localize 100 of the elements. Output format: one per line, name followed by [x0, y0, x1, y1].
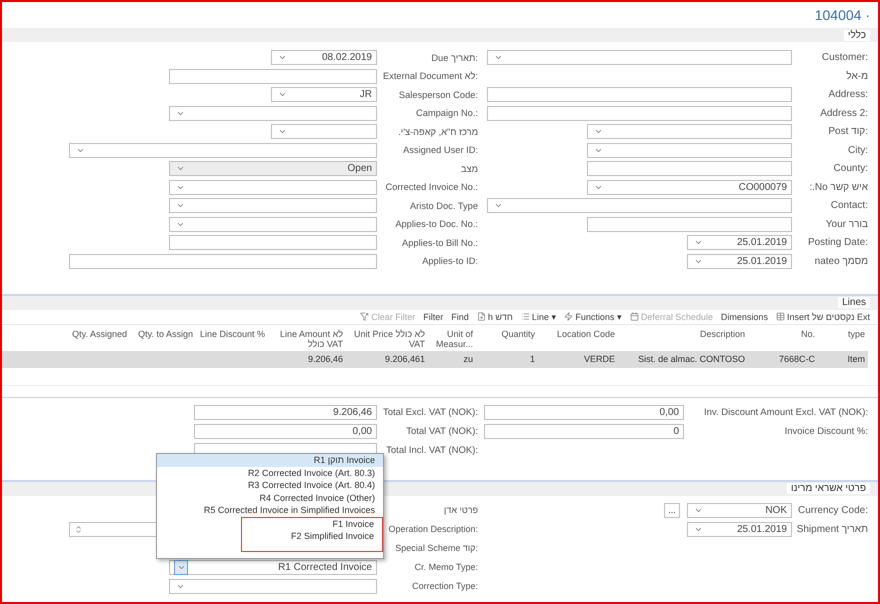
dropdown-field[interactable] — [169, 180, 377, 194]
text-field[interactable]: 9.206,46 — [194, 404, 377, 420]
chevron-icon — [694, 238, 702, 247]
table-cell: 7668C-C — [748, 350, 818, 368]
text-field[interactable]: 0 — [484, 424, 684, 438]
field-label: מ-אל — [845, 70, 868, 82]
dropdown-field[interactable] — [169, 106, 377, 120]
section-heading: כללי — [844, 30, 870, 40]
table-cell: 9.206,46 — [268, 350, 346, 368]
field-label: Posting Date: — [806, 237, 868, 248]
field-label: Applies-to Doc. No.: — [394, 219, 478, 229]
field-label: מסמך nateo — [814, 256, 868, 266]
text-field[interactable]: 0,00 — [484, 404, 684, 420]
dropdown-option[interactable]: R5 Corrected Invoice in Simplified Invoices — [157, 504, 383, 516]
dropdown-field[interactable]: 25.01.2019 — [687, 522, 792, 536]
field-label: Total Incl. VAT (NOK): — [385, 444, 478, 456]
lightning-icon — [564, 312, 574, 321]
column-header: Qty. Assigned — [71, 328, 128, 341]
field-label: Applies-to Bill No.: — [401, 238, 478, 248]
table-cell: 9.206,461 — [346, 350, 428, 368]
field-label: Currency Code: — [796, 504, 868, 516]
column-header: Line Amount לא כולל VAT — [279, 328, 344, 350]
dropdown-field[interactable] — [169, 578, 377, 594]
text-field[interactable] — [69, 254, 377, 268]
dropdown-field[interactable] — [69, 142, 377, 158]
text-field[interactable] — [169, 68, 377, 84]
field-label: Post קוד: — [827, 126, 868, 137]
dropdown-option[interactable]: F1 Invoice — [242, 518, 382, 530]
text-field[interactable] — [587, 161, 792, 176]
section-heading: פרטי אשראי מרינו — [786, 483, 870, 494]
text-field[interactable] — [169, 235, 377, 250]
toolbar-button[interactable]: Find — [451, 312, 469, 322]
chevron-icon — [278, 53, 286, 62]
field-label: איש קשר No.: — [808, 182, 868, 192]
dropdown-option[interactable]: R2 Corrected Invoice (Art. 80.3) — [157, 466, 383, 479]
field-label: Cr. Memo Type: — [414, 562, 478, 572]
field-label: Total VAT (NOK): — [405, 426, 478, 436]
toolbar-button[interactable]: h חדש — [476, 312, 513, 322]
dropdown-option[interactable]: R4 Corrected Invoice (Other) — [157, 492, 383, 504]
dropdown-field[interactable] — [169, 198, 377, 213]
toolbar-button[interactable]: Line ▾ — [520, 312, 556, 322]
dropdown-field[interactable]: 08.02.2019 — [271, 50, 377, 65]
field-label: Aristo Doc. Type — [408, 200, 478, 210]
field-label: Special Scheme קוד: — [394, 543, 478, 553]
chevron-icon — [176, 164, 184, 173]
table-icon — [776, 312, 785, 321]
toolbar-button[interactable]: Functions ▾ — [564, 312, 622, 322]
toolbar-button[interactable]: Filter — [423, 312, 444, 322]
dropdown-field[interactable] — [587, 142, 792, 158]
column-header: Unit Price לא כולל VAT — [353, 328, 426, 350]
column-header: Description — [698, 328, 746, 341]
field-label: Address: — [828, 89, 868, 100]
field-label: Address 2: — [819, 108, 868, 118]
text-field[interactable]: 0,00 — [194, 424, 377, 438]
dropdown-field[interactable]: R1 Corrected Invoice — [169, 560, 377, 574]
column-header: Quantity — [500, 328, 536, 341]
dropdown-field[interactable] — [587, 124, 792, 139]
field-label: מצב — [460, 164, 478, 174]
dropdown-field[interactable] — [487, 50, 792, 65]
column-header: Unit of Measur... — [434, 328, 474, 350]
text-field[interactable] — [587, 216, 792, 232]
table-cell: Sist. de almac. CONTOSO — [618, 350, 748, 368]
field-label: Contact: — [830, 200, 868, 211]
dropdown-option[interactable]: R1 תוקן Invoice — [157, 454, 383, 466]
field-label: Campaign No.: — [414, 108, 478, 118]
field-label: Customer: — [820, 52, 868, 63]
text-field[interactable] — [487, 106, 792, 120]
table-cell: Item — [818, 350, 868, 368]
field-label: Assigned User ID: — [402, 145, 478, 155]
dropdown-field[interactable] — [169, 216, 377, 232]
table-cell: zu — [428, 350, 476, 368]
field-label: Corrected Invoice No.: — [384, 182, 478, 192]
chevron-icon — [594, 127, 602, 136]
page-icon — [476, 312, 486, 321]
toolbar-button[interactable]: Insert נקסטים של Ext — [776, 312, 870, 322]
dropdown-field[interactable]: JR — [271, 87, 377, 102]
table-cell: VERDE — [538, 350, 618, 368]
column-header: Line Discount % — [198, 328, 266, 340]
dropdown-field[interactable]: 25.01.2019 — [687, 235, 792, 250]
field-label: Invoice Discount %: — [784, 426, 868, 436]
spinner-icon — [74, 524, 83, 534]
section-heading: Lines — [838, 297, 870, 308]
chevron-icon — [278, 90, 286, 99]
dropdown-field[interactable] — [487, 198, 792, 213]
dropdown-field[interactable]: 25.01.2019 — [687, 254, 792, 268]
toolbar-button[interactable]: Dimensions — [720, 312, 768, 322]
field-label: Operation Description: — [387, 524, 478, 534]
field-label: Due תאריך: — [430, 52, 478, 62]
dropdown-field[interactable] — [271, 124, 377, 139]
column-header: Qty. to Assign — [137, 328, 194, 341]
field-label: פרטי אדן — [443, 505, 478, 515]
dropdown-field[interactable]: CO000079 — [587, 180, 792, 194]
column-header: No. — [800, 328, 816, 340]
chevron-icon — [176, 201, 184, 210]
text-field[interactable] — [487, 87, 792, 102]
chevron-icon — [278, 127, 286, 136]
lookup-button[interactable]: ... — [664, 502, 680, 518]
dropdown-option[interactable]: F2 Simplified Invoice — [242, 530, 382, 542]
dropdown-field[interactable]: NOK — [687, 502, 792, 518]
dropdown-option[interactable]: R3 Corrected Invoice (Art. 80.4) — [157, 479, 383, 492]
